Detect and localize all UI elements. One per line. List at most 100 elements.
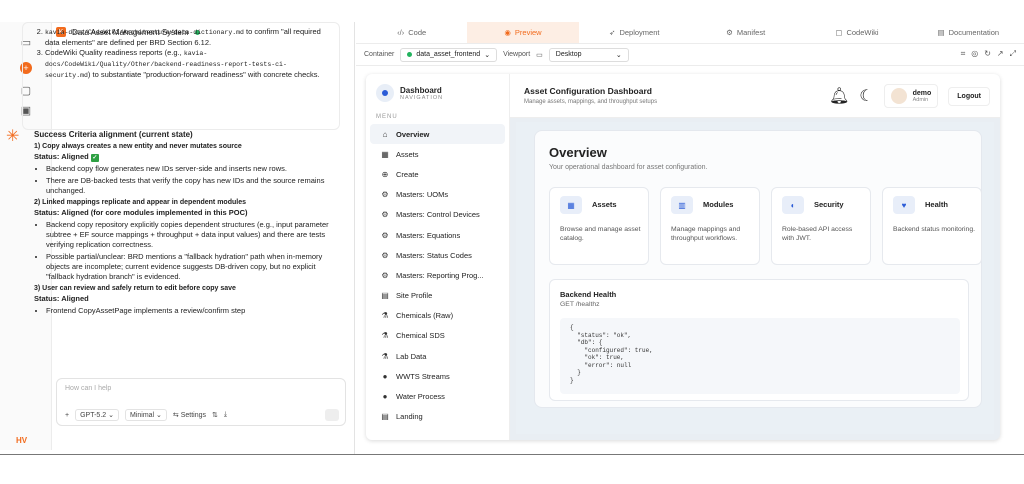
overview-title: Overview (549, 145, 607, 160)
criteria-title: 1) Copy always creates a new entity and … (34, 143, 242, 150)
user-menu[interactable]: demo Admin (883, 84, 939, 108)
external-link-icon[interactable]: ↗ (997, 49, 1004, 59)
bell-icon[interactable]: 🔔︎ (829, 86, 849, 106)
rocket-icon: ➶ (609, 28, 616, 37)
list-item: There are DB-backed tests that verify th… (46, 176, 334, 196)
sidebar-item-masters-control-devices[interactable]: ⚙ Masters: Control Devices (370, 205, 505, 225)
sidebar-item-label: Chemical SDS (396, 331, 445, 341)
tile-description: Browse and manage asset catalog. (560, 226, 641, 242)
health-json: { "status": "ok", "db": { "configured": … (560, 318, 960, 394)
settings-button[interactable]: ⇆ Settings (173, 411, 206, 419)
target-icon[interactable]: ◎ (971, 49, 978, 59)
flask-icon: ⚗ (381, 311, 389, 321)
tile-description: Role-based API access with JWT. (782, 226, 853, 242)
brand-title: Dashboard (400, 85, 442, 95)
monitor-icon: ▭ (536, 51, 543, 59)
heart-icon: ♥ (893, 196, 915, 214)
sidebar-item-masters-status-codes[interactable]: ⚙ Masters: Status Codes (370, 245, 505, 265)
tab-preview[interactable]: ◉ Preview (467, 22, 579, 43)
user-avatar[interactable]: HV (16, 436, 27, 445)
expand-icon[interactable]: ⤢ (1010, 49, 1016, 59)
flask-icon: ⚗ (381, 331, 389, 341)
preview-toolbar: Container data_asset_frontend ⌄ Viewport… (356, 44, 1024, 66)
sidebar-item-masters-equations[interactable]: ⚙ Masters: Equations (370, 225, 505, 245)
chat-input-box[interactable]: How can I help + GPT-5.2 ⌄ Minimal ⌄ ⇆ S… (56, 378, 346, 426)
tab-code[interactable]: ‹/› Code (356, 22, 467, 43)
list-item: CodeWiki Quality readiness reports (e.g.… (45, 48, 331, 81)
sidebar-item-masters-reporting-prog[interactable]: ⚙ Masters: Reporting Prog... (370, 265, 505, 285)
sidebar-item-site-profile[interactable]: ▤ Site Profile (370, 286, 505, 306)
sidebar-item-chemicals-raw[interactable]: ⚗ Chemicals (Raw) (370, 306, 505, 326)
tile-modules[interactable]: ▥ Modules Manage mappings and throughput w… (660, 187, 760, 265)
tab-documentation[interactable]: ▤ Documentation (913, 22, 1024, 43)
inspect-icon[interactable]: ⌗ (961, 49, 966, 59)
preview-frame: Dashboard NAVIGATION MENU ⌂ Overview ▦ Asse… (366, 74, 1000, 440)
cogs-icon: ⚙ (381, 270, 389, 280)
message-card: kavia-docs/CodeWiki/Architecture/data-di… (22, 22, 340, 130)
sidebar-item-create[interactable]: ⊕ Create (370, 164, 505, 184)
health-card: Backend Health GET /healthz { "status": … (549, 279, 969, 401)
sidebar-item-label: Overview (396, 129, 430, 139)
status-line: Status: Aligned ✓ (34, 152, 99, 162)
logout-button[interactable]: Logout (948, 86, 990, 106)
model-select[interactable]: GPT-5.2 ⌄ (75, 409, 119, 421)
message-heading: Success Criteria alignment (current stat… (34, 130, 193, 139)
tab-codewiki[interactable]: ▢ CodeWiki (801, 22, 912, 43)
app-header: Asset Configuration Dashboard Manage ass… (510, 74, 1000, 118)
tile-health[interactable]: ♥ Health Backend status monitoring. (882, 187, 982, 265)
container-select[interactable]: data_asset_frontend ⌄ (400, 47, 498, 62)
divider (0, 454, 1024, 455)
sidebar-item-masters-uoms[interactable]: ⚙ Masters: UOMs (370, 185, 505, 205)
sidebar-item-overview[interactable]: ⌂ Overview (370, 124, 505, 145)
brand-subtitle: NAVIGATION (400, 94, 444, 101)
sidebar-item-lab-data[interactable]: ⚗ Lab Data (370, 346, 505, 366)
sidebar-item-label: Lab Data (396, 351, 427, 361)
building-icon: ▤ (381, 291, 389, 301)
sidebar-item-assets[interactable]: ▦ Assets (370, 144, 505, 164)
sidebar-item-label: Water Process (396, 392, 445, 402)
tile-description: Manage mappings and throughput workflows… (671, 226, 741, 242)
sidebar-menu: ⌂ Overview ▦ Assets ⊕ Create ⚙ Masters: UOMs ⚙ Ma… (366, 124, 509, 427)
brand-logo-icon (376, 84, 394, 102)
user-name: demo (912, 89, 932, 97)
sidebar-item-label: Masters: Control Devices (396, 210, 480, 220)
drop-icon: ● (382, 371, 388, 381)
gear-icon: ⚙ (726, 28, 733, 37)
sidebar-item-wwts-streams[interactable]: ● WWTS Streams (370, 366, 505, 386)
sidebar-item-chemical-sds[interactable]: ⚗ Chemical SDS (370, 326, 505, 346)
app-sidebar: Dashboard NAVIGATION MENU ⌂ Overview ▦ Asse… (366, 74, 510, 440)
list-item-text: CodeWiki Quality readiness reports (e.g.… (45, 48, 182, 57)
mode-select[interactable]: Minimal ⌄ (124, 409, 167, 421)
plus-circle-icon: ⊕ (381, 169, 389, 179)
send-button[interactable] (325, 409, 339, 421)
tab-deployment[interactable]: ➶ Deployment (579, 22, 690, 43)
criteria-title: 2) Linked mappings replicate and appear … (34, 199, 246, 206)
panel-splitter[interactable] (354, 22, 355, 454)
moon-icon[interactable]: ☾ (859, 86, 873, 106)
sidebar-item-landing[interactable]: ▤ Landing (370, 407, 505, 427)
sidebar-item-label: Landing (396, 412, 423, 422)
tile-assets[interactable]: ▦ Assets Browse and manage asset catalog. (549, 187, 649, 265)
attach-icon[interactable]: ⤓ (224, 411, 227, 419)
plus-icon[interactable]: + (65, 412, 69, 419)
cogs-icon: ⚙ (381, 210, 389, 220)
assistant-message: Success Criteria alignment (current stat… (34, 130, 334, 318)
viewport-select[interactable]: Desktop ⌄ (548, 47, 629, 62)
tab-manifest[interactable]: ⚙ Manifest (690, 22, 801, 43)
list-item: kavia-docs/CodeWiki/Architecture/data-di… (45, 27, 331, 48)
tile-security[interactable]: ◐ Security Role-based API access with JWT. (771, 187, 871, 265)
sort-icon[interactable]: ⇅ (212, 411, 218, 419)
page-title: Asset Configuration Dashboard (524, 86, 652, 96)
refresh-icon[interactable]: ↻ (984, 49, 991, 59)
sidebar-item-label: Masters: Equations (396, 230, 461, 240)
book-icon: ▢ (835, 28, 843, 37)
sidebar-item-water-process[interactable]: ● Water Process (370, 386, 505, 406)
page-subtitle: Manage assets, mappings, and throughput … (524, 99, 658, 105)
sidebar-brand: Dashboard NAVIGATION (366, 74, 509, 106)
chat-input[interactable]: How can I help (65, 385, 111, 392)
main-content: Overview Your operational dashboard for … (516, 122, 994, 434)
doc-icon: ▤ (937, 28, 945, 37)
building-icon: ▤ (381, 412, 389, 422)
list-item: Backend copy flow generates new IDs serv… (46, 164, 334, 174)
drop-icon: ● (382, 392, 388, 402)
